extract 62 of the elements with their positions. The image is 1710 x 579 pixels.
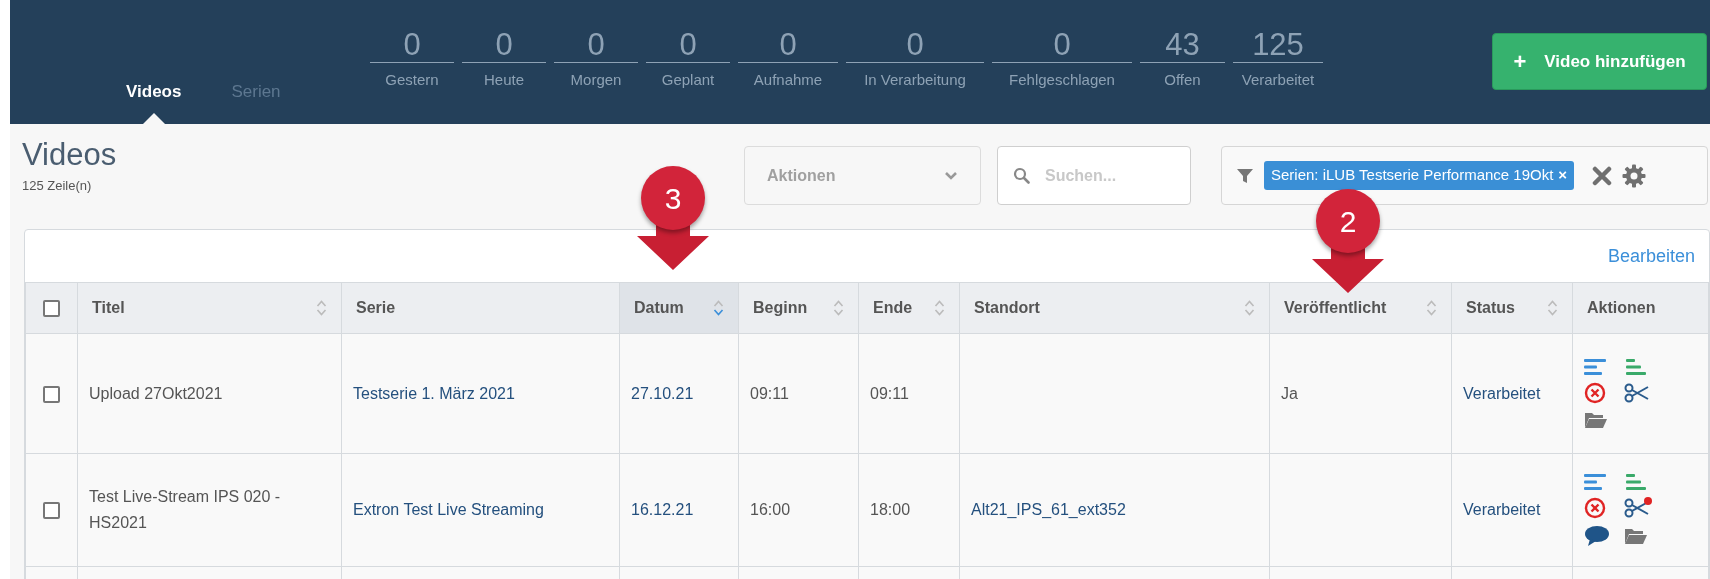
counter-label: Fehlgeschlagen: [1009, 70, 1115, 90]
table-link[interactable]: Verarbeitet: [1463, 501, 1541, 518]
clear-icon[interactable]: [1592, 165, 1613, 186]
table-cell: 09:11: [750, 384, 789, 402]
counter-label: Geplant: [661, 70, 715, 90]
checkbox[interactable]: [43, 385, 60, 403]
remove-filter-button[interactable]: ×: [1558, 164, 1568, 187]
checkbox[interactable]: [43, 300, 60, 318]
counter-value: 0: [554, 28, 638, 63]
folder-icon[interactable]: [1624, 526, 1648, 546]
sort-icon[interactable]: [713, 299, 724, 317]
counter-label: Offen: [1164, 70, 1201, 90]
table-cell: 09:11: [870, 384, 909, 402]
counter-label: Gestern: [385, 70, 439, 90]
table-link[interactable]: Extron Test Live Streaming: [353, 501, 544, 518]
filter-icon: [1236, 166, 1254, 185]
table-cell: Test Live-Stream IPS 020 - HS2021: [89, 488, 281, 531]
cancel-icon[interactable]: [1584, 381, 1606, 404]
search-icon: [1013, 167, 1030, 184]
settings-icon[interactable]: [1622, 163, 1647, 188]
counter-value: 0: [646, 28, 730, 63]
text-lines-icon[interactable]: [1584, 357, 1606, 376]
table-link[interactable]: Verarbeitet: [1463, 384, 1541, 402]
counter-label: Verarbeitet: [1241, 70, 1315, 90]
stepped-lines-icon[interactable]: [1624, 357, 1646, 376]
table-cell: 18:00: [870, 501, 911, 518]
scissors-icon[interactable]: [1624, 497, 1650, 519]
chevron-down-icon: [944, 171, 958, 180]
counter-value: 0: [462, 28, 546, 63]
column-header[interactable]: Ende: [873, 296, 913, 320]
counter-value: 0: [370, 28, 454, 63]
counter-value: 0: [738, 28, 838, 63]
page-title: Videos: [22, 136, 118, 174]
table-cell: Ja: [1281, 384, 1298, 402]
table-cell: 16:00: [750, 501, 791, 518]
counter-label: Aufnahme: [753, 70, 823, 90]
scissors-icon[interactable]: [1624, 381, 1650, 404]
table-link[interactable]: Testserie 1. März 2021: [353, 384, 515, 402]
cancel-icon[interactable]: [1584, 497, 1606, 519]
column-header[interactable]: Standort: [974, 296, 1040, 320]
counter-value: 125: [1233, 28, 1323, 63]
table-link[interactable]: Alt21_IPS_61_ext352: [971, 501, 1126, 518]
speech-bubble-icon[interactable]: [1584, 525, 1610, 547]
column-header[interactable]: Datum: [634, 296, 684, 320]
checkbox[interactable]: [43, 502, 60, 520]
table-cell: Upload 27Okt2021: [89, 384, 223, 402]
table-link[interactable]: 16.12.21: [631, 501, 694, 518]
row-count: 125 Zeile(n): [22, 177, 93, 195]
text-lines-icon[interactable]: [1584, 473, 1606, 491]
column-header[interactable]: Titel: [92, 296, 125, 320]
counter-label: Morgen: [570, 70, 622, 90]
counter-value: 0: [992, 28, 1132, 63]
counter-value: 43: [1140, 28, 1225, 63]
stepped-lines-icon[interactable]: [1624, 473, 1646, 491]
column-header[interactable]: Status: [1466, 296, 1515, 320]
edit-link[interactable]: Bearbeiten: [1607, 242, 1695, 270]
counter-label: In Verarbeitung: [864, 70, 966, 90]
filter-chip-label: Serien: iLUB Testserie Performance 19Okt: [1271, 165, 1554, 186]
table-link[interactable]: 27.10.21: [631, 384, 694, 402]
counter-label: Heute: [484, 70, 524, 90]
counter-value: 0: [846, 28, 984, 63]
column-header[interactable]: Serie: [356, 296, 396, 320]
